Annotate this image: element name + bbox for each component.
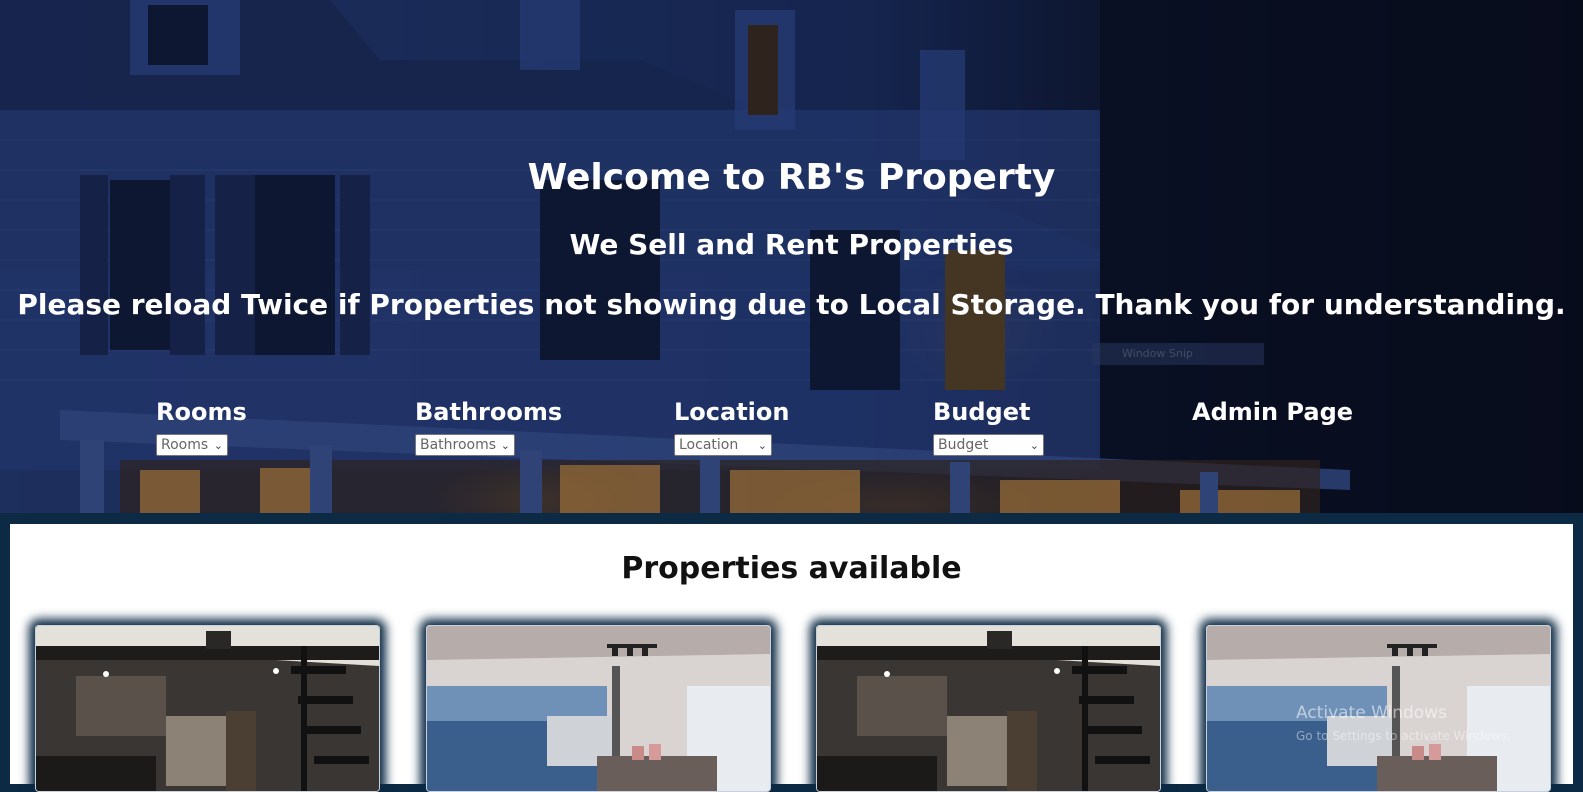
chevron-down-icon: ⌄ [213, 438, 223, 452]
filter-label-rooms: Rooms [156, 398, 247, 426]
filter-label-location: Location [674, 398, 790, 426]
chevron-down-icon: ⌄ [500, 438, 510, 452]
property-card[interactable] [426, 625, 771, 792]
hero-banner: Welcome to RB's Property We Sell and Ren… [0, 0, 1583, 513]
activate-windows-subtext: Go to Settings to activate Windows. [1296, 729, 1511, 743]
filter-bathrooms: Bathrooms Bathrooms ⌄ [415, 398, 562, 456]
activate-windows-watermark: Activate Windows [1296, 703, 1447, 723]
properties-heading: Properties available [621, 551, 962, 586]
admin-page-link-wrap: Admin Page [1192, 398, 1353, 434]
rooms-select-value: Rooms [161, 437, 209, 453]
property-card[interactable] [35, 625, 380, 792]
window-snip-overlay: Window Snip [1092, 343, 1264, 365]
living-room-loft-photo [817, 626, 1160, 791]
rooms-select[interactable]: Rooms ⌄ [156, 434, 228, 456]
chevron-down-icon: ⌄ [757, 438, 767, 452]
location-select-value: Location [679, 437, 739, 453]
admin-page-link[interactable]: Admin Page [1192, 398, 1353, 434]
reload-notice: Please reload Twice if Properties not sh… [17, 288, 1566, 321]
filter-rooms: Rooms Rooms ⌄ [156, 398, 247, 456]
location-select[interactable]: Location ⌄ [674, 434, 772, 456]
chevron-down-icon: ⌄ [1029, 438, 1039, 452]
budget-select-value: Budget [938, 437, 989, 453]
filter-budget: Budget Budget ⌄ [933, 398, 1044, 456]
budget-select[interactable]: Budget ⌄ [933, 434, 1044, 456]
property-card[interactable] [816, 625, 1161, 792]
filter-location: Location Location ⌄ [674, 398, 789, 456]
bathrooms-select-value: Bathrooms [420, 437, 497, 453]
ocean-view-living-room-photo [427, 626, 770, 791]
hero-subtitle: We Sell and Rent Properties [569, 228, 1014, 261]
hero-title: Welcome to RB's Property [527, 157, 1056, 198]
filter-label-budget: Budget [933, 398, 1031, 426]
living-room-loft-photo [36, 626, 379, 791]
bathrooms-select[interactable]: Bathrooms ⌄ [415, 434, 515, 456]
filter-label-bathrooms: Bathrooms [415, 398, 563, 426]
